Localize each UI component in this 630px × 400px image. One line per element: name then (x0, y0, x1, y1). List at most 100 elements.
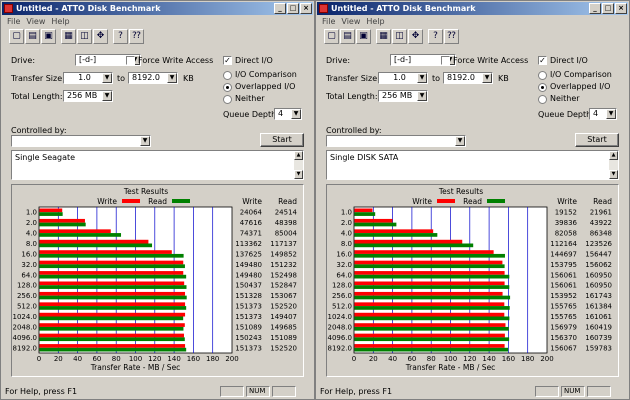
transfer-from-value: 1.0 (78, 73, 91, 82)
transfer-size-to-select[interactable]: 8192.0 ▼ (128, 72, 178, 84)
category-label: 4096.0 (13, 334, 38, 342)
description-textbox[interactable]: Single Seagate ▲ ▼ (11, 150, 304, 180)
scroll-down-icon[interactable]: ▼ (294, 170, 303, 179)
maximize-button[interactable]: □ (287, 3, 299, 14)
description-textbox[interactable]: Single DISK SATA ▲ ▼ (326, 150, 619, 180)
category-label: 16.0 (21, 250, 37, 258)
minimize-button[interactable]: _ (589, 3, 601, 14)
write-bar (354, 323, 506, 327)
start-button[interactable]: Start (260, 133, 304, 147)
queue-depth-select[interactable]: 4 ▼ (589, 108, 617, 120)
transfer-to-label: to (432, 74, 441, 83)
read-bar (354, 337, 510, 342)
print-preview-icon[interactable]: ◫ (392, 29, 407, 44)
close-button[interactable]: × (300, 3, 312, 14)
total-length-select[interactable]: 256 MB ▼ (63, 90, 113, 102)
direct-io-checkbox[interactable]: ✓ (223, 56, 232, 65)
menu-view[interactable]: View (341, 16, 360, 27)
radio-neither[interactable] (223, 95, 232, 104)
transfer-size-from-select[interactable]: 1.0 ▼ (378, 72, 428, 84)
radio-overlapped-label: Overlapped I/O (235, 82, 296, 91)
radio-neither[interactable] (538, 95, 547, 104)
category-label: 128.0 (332, 282, 352, 290)
chevron-down-icon: ▼ (417, 91, 427, 101)
scroll-up-icon[interactable]: ▲ (294, 151, 303, 160)
write-value: 47616 (240, 219, 263, 227)
help-icon[interactable]: ? (428, 29, 443, 44)
description-scrollbar[interactable]: ▲ ▼ (609, 151, 618, 179)
transfer-size-from-select[interactable]: 1.0 ▼ (63, 72, 113, 84)
context-help-icon[interactable]: ⁇ (129, 29, 144, 44)
transfer-size-to-select[interactable]: 8192.0 ▼ (443, 72, 493, 84)
force-write-access-checkbox[interactable] (441, 56, 450, 65)
column-read-header: Read (593, 197, 612, 206)
column-write-header: Write (557, 197, 577, 206)
write-value: 153795 (550, 261, 577, 269)
radio-overlapped[interactable] (223, 83, 232, 92)
column-read-header: Read (278, 197, 297, 206)
menu-file[interactable]: File (322, 16, 335, 27)
new-file-icon[interactable]: ▢ (9, 29, 24, 44)
radio-neither-label: Neither (235, 94, 265, 103)
description-scrollbar[interactable]: ▲ ▼ (294, 151, 303, 179)
print-icon[interactable]: ▦ (61, 29, 76, 44)
context-help-icon[interactable]: ⁇ (444, 29, 459, 44)
close-button[interactable]: × (615, 3, 627, 14)
scroll-up-icon[interactable]: ▲ (609, 151, 618, 160)
category-label: 8.0 (26, 240, 37, 248)
x-tick-label: 140 (482, 355, 495, 363)
write-value: 151089 (235, 323, 262, 331)
maximize-button[interactable]: □ (602, 3, 614, 14)
status-panel-blank-2 (272, 386, 296, 397)
total-length-select[interactable]: 256 MB ▼ (378, 90, 428, 102)
x-tick-label: 200 (540, 355, 553, 363)
radio-overlapped[interactable] (538, 83, 547, 92)
scroll-down-icon[interactable]: ▼ (609, 170, 618, 179)
category-label: 4.0 (26, 230, 37, 238)
new-file-icon[interactable]: ▢ (324, 29, 339, 44)
open-folder-icon[interactable]: ▤ (340, 29, 355, 44)
save-icon[interactable]: ▣ (356, 29, 371, 44)
write-bar (39, 239, 149, 244)
save-icon[interactable]: ▣ (41, 29, 56, 44)
direct-io-checkbox[interactable]: ✓ (538, 56, 547, 65)
menu-view[interactable]: View (26, 16, 45, 27)
queue-depth-select[interactable]: 4 ▼ (274, 108, 302, 120)
menu-file[interactable]: File (7, 16, 20, 27)
transfer-to-value: 8192.0 (132, 73, 160, 82)
help-icon[interactable]: ? (113, 29, 128, 44)
read-value: 152498 (270, 271, 297, 279)
atto-window-right: Untitled - ATTO Disk Benchmark _ □ × File Vie… (315, 0, 630, 400)
print-icon[interactable]: ▦ (376, 29, 391, 44)
read-value: 160419 (585, 323, 612, 331)
atto-app-icon (319, 4, 328, 13)
move-icon[interactable]: ✥ (93, 29, 108, 44)
status-panel-blank (535, 386, 559, 397)
menu-help[interactable]: Help (366, 16, 384, 27)
total-length-label: Total Length: (11, 92, 63, 101)
category-label: 4096.0 (328, 334, 353, 342)
read-value: 149407 (270, 313, 297, 321)
read-value: 24514 (275, 209, 298, 217)
radio-io-comparison[interactable] (538, 71, 547, 80)
controlled-by-select[interactable]: ▼ (11, 135, 151, 147)
radio-io-comparison[interactable] (223, 71, 232, 80)
x-tick-label: 0 (352, 355, 356, 363)
write-bar (354, 229, 434, 234)
status-panel-blank (220, 386, 244, 397)
window-title: Untitled - ATTO Disk Benchmark (331, 4, 476, 13)
write-value: 153952 (550, 292, 577, 300)
minimize-button[interactable]: _ (274, 3, 286, 14)
force-write-access-checkbox[interactable] (126, 56, 135, 65)
move-icon[interactable]: ✥ (408, 29, 423, 44)
total-length-label: Total Length: (326, 92, 378, 101)
read-bar (39, 347, 187, 352)
open-folder-icon[interactable]: ▤ (25, 29, 40, 44)
start-button[interactable]: Start (575, 133, 619, 147)
write-bar (39, 250, 172, 254)
read-value: 152520 (270, 344, 297, 352)
menu-help[interactable]: Help (51, 16, 69, 27)
print-preview-icon[interactable]: ◫ (77, 29, 92, 44)
controlled-by-select[interactable]: ▼ (326, 135, 466, 147)
write-value: 149480 (235, 271, 262, 279)
